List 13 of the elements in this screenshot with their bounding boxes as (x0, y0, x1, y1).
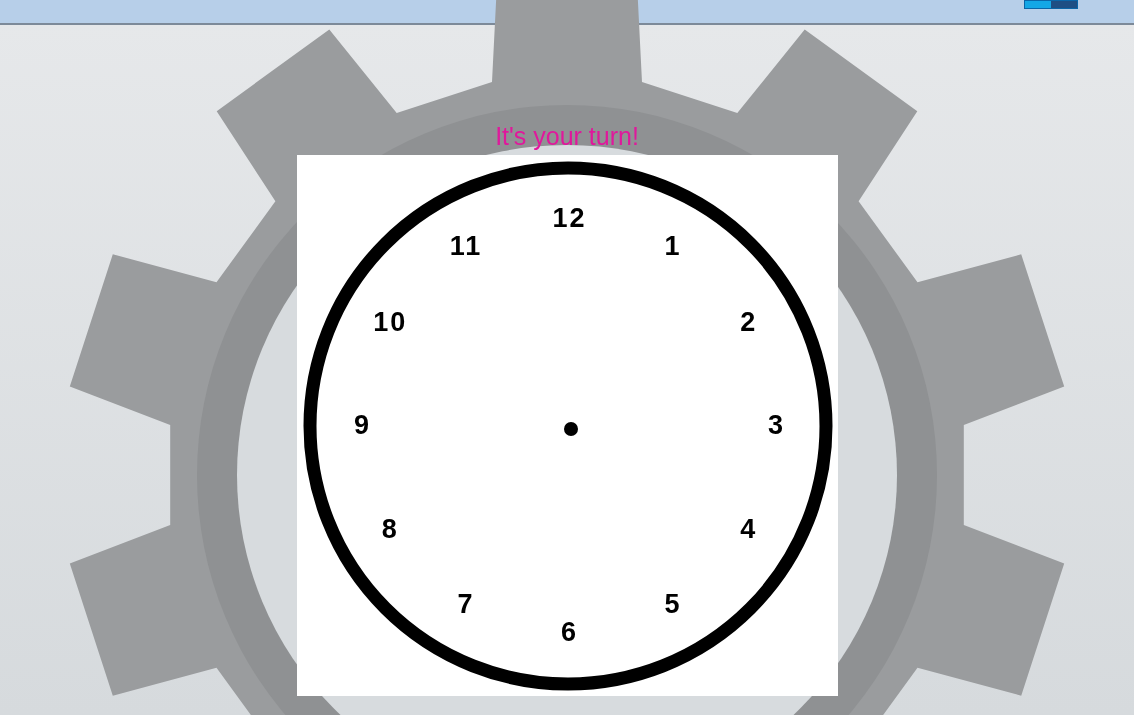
clock-number: 2 (740, 306, 758, 337)
prompt-text: It's your turn! (495, 121, 639, 152)
clock-number: 5 (664, 589, 682, 620)
clock-number: 3 (768, 410, 785, 440)
clock-number: 9 (354, 410, 371, 440)
clock-number: 10 (373, 306, 408, 337)
clock-number: 8 (381, 513, 399, 544)
clock-number: 1 (664, 230, 682, 261)
clock-number: 4 (740, 513, 758, 544)
clock-number: 12 (552, 203, 587, 233)
clock-number: 11 (449, 230, 483, 261)
clock-number: 7 (457, 589, 475, 620)
clock-number: 6 (561, 617, 578, 647)
